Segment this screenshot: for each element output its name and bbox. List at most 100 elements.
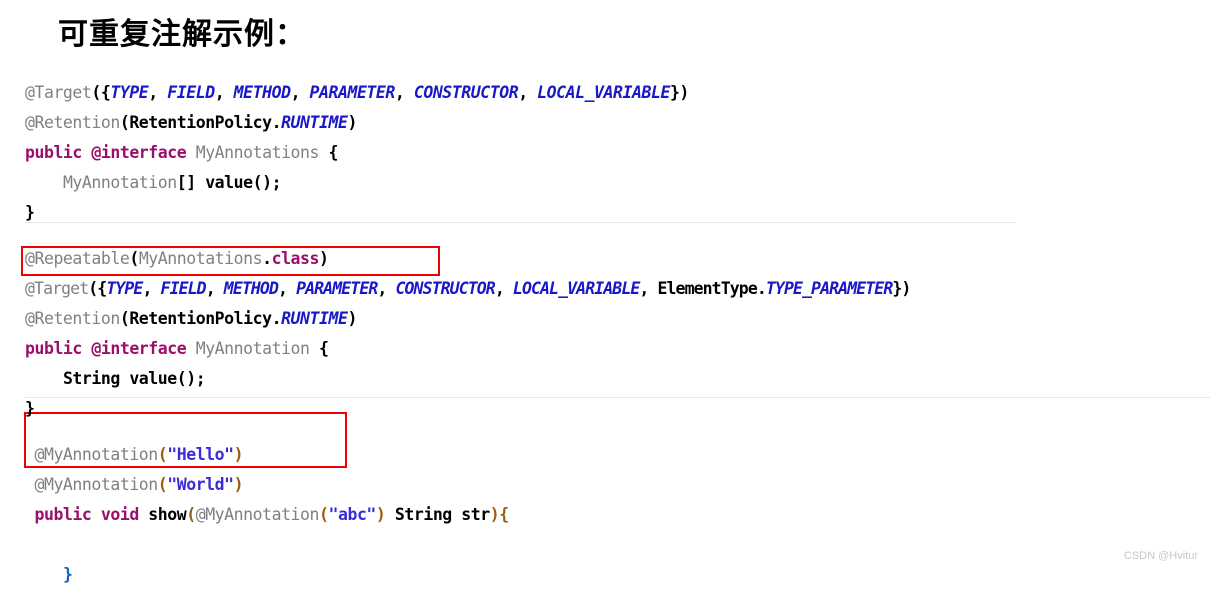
annotation-retention: @Retention <box>25 113 120 132</box>
keyword-public-interface: public @interface <box>25 143 187 162</box>
comma-1: , <box>148 83 168 102</box>
element-type-qualifier: ElementType. <box>657 279 766 298</box>
retention-policy-runtime: RUNTIME <box>281 309 348 328</box>
member-value: value(); <box>129 369 206 388</box>
paren-open: ( <box>186 505 196 524</box>
annotation-target: @Target <box>25 83 92 102</box>
element-type-type: TYPE <box>110 83 149 102</box>
paren-open: ( <box>129 249 139 268</box>
type-string: String <box>62 369 120 388</box>
code-line-close-my-annotations: } <box>0 198 1210 228</box>
comma-4: , <box>394 83 414 102</box>
paren-close: ) <box>347 113 357 132</box>
code-area: @Target({TYPE, FIELD, METHOD, PARAMETER,… <box>0 78 1210 590</box>
annotation-my-annotation: @MyAnnotation <box>34 445 158 464</box>
element-type-local-variable: LOCAL_VARIABLE <box>512 279 640 298</box>
code-line-close-my-annotation: } <box>0 394 1210 424</box>
paren-close: ) <box>347 309 357 328</box>
code-block-my-annotation: @Repeatable(MyAnnotations.class) @Target… <box>0 244 1210 424</box>
code-block-usage: @MyAnnotation("Hello") @MyAnnotation("Wo… <box>0 440 1210 590</box>
brace-open: { <box>499 505 509 524</box>
element-type-local-variable: LOCAL_VARIABLE <box>537 83 670 102</box>
type-name-my-annotations: MyAnnotations <box>195 143 320 162</box>
string-abc: "abc" <box>328 505 377 524</box>
brace-close: } <box>62 565 73 584</box>
code-line-close-method: } <box>0 560 1210 590</box>
method-name-show: show <box>148 505 187 524</box>
annotation-target: @Target <box>25 279 89 298</box>
paren-close: ) <box>489 505 500 524</box>
paren-open: ({ <box>91 83 111 102</box>
type-name-my-annotation: MyAnnotation <box>195 339 310 358</box>
brace-close: } <box>25 203 35 222</box>
code-line-target-1: @Target({TYPE, FIELD, METHOD, PARAMETER,… <box>0 78 1210 108</box>
type-name-my-annotations: MyAnnotations <box>138 249 263 268</box>
code-block-my-annotations: @Target({TYPE, FIELD, METHOD, PARAMETER,… <box>0 78 1210 228</box>
annotation-my-annotation-param: @MyAnnotation <box>195 505 320 524</box>
comma-3: , <box>278 279 297 298</box>
paren-close: ) <box>319 249 329 268</box>
keyword-class: class <box>271 249 320 268</box>
code-line-method-show: public void show(@MyAnnotation("abc") St… <box>0 500 1210 530</box>
paren-close-inner: ) <box>375 505 386 524</box>
string-hello: "Hello" <box>167 445 234 464</box>
paren-close: }) <box>669 83 689 102</box>
array-brackets: [] <box>176 173 196 192</box>
element-type-type-parameter: TYPE_PARAMETER <box>765 279 893 298</box>
type-string: String <box>394 505 452 524</box>
annotation-repeatable: @Repeatable <box>25 249 130 268</box>
code-line-value-member-string: String value(); <box>0 364 1210 394</box>
comma-1: , <box>142 279 161 298</box>
comma-6: , <box>639 279 658 298</box>
comma-5: , <box>494 279 513 298</box>
paren-open: ( <box>119 113 130 132</box>
element-type-constructor: CONSTRUCTOR <box>395 279 495 298</box>
comma-4: , <box>377 279 396 298</box>
retention-policy-type: RetentionPolicy. <box>129 309 282 328</box>
code-line-declare-my-annotation: public @interface MyAnnotation { <box>0 334 1210 364</box>
paren-open-inner: ( <box>319 505 329 524</box>
paren-open: ( <box>119 309 130 328</box>
code-line-target-2: @Target({TYPE, FIELD, METHOD, PARAMETER,… <box>0 274 1210 304</box>
paren-close: ) <box>233 475 244 494</box>
element-type-type: TYPE <box>106 279 143 298</box>
brace-close: } <box>25 399 35 418</box>
paren-open: ( <box>157 475 168 494</box>
keyword-public-void: public void <box>34 505 139 524</box>
block-gap-1 <box>0 228 1210 244</box>
watermark: CSDN @Hvitur <box>1123 550 1198 562</box>
member-value: value(); <box>205 173 282 192</box>
comma-5: , <box>518 83 538 102</box>
code-line-retention-1: @Retention(RetentionPolicy.RUNTIME) <box>0 108 1210 138</box>
paren-open: ({ <box>88 279 107 298</box>
code-line-usage-hello: @MyAnnotation("Hello") <box>0 440 1210 470</box>
element-type-field: FIELD <box>160 279 207 298</box>
retention-policy-runtime: RUNTIME <box>281 113 348 132</box>
element-type-method: METHOD <box>233 83 291 102</box>
keyword-public-interface: public @interface <box>25 339 187 358</box>
paren-close: ) <box>233 445 244 464</box>
block-gap-2 <box>0 424 1210 440</box>
code-line-retention-2: @Retention(RetentionPolicy.RUNTIME) <box>0 304 1210 334</box>
param-name-str: str <box>461 505 490 524</box>
element-type-parameter: PARAMETER <box>296 279 378 298</box>
code-line-declare-my-annotations: public @interface MyAnnotations { <box>0 138 1210 168</box>
brace-open: { <box>309 339 329 358</box>
code-line-usage-world: @MyAnnotation("World") <box>0 470 1210 500</box>
brace-open: { <box>319 143 338 162</box>
comma-2: , <box>214 83 234 102</box>
comma-2: , <box>205 279 224 298</box>
element-type-constructor: CONSTRUCTOR <box>413 83 519 102</box>
page-title: 可重复注解示例： <box>58 17 306 52</box>
dot: . <box>262 249 272 268</box>
